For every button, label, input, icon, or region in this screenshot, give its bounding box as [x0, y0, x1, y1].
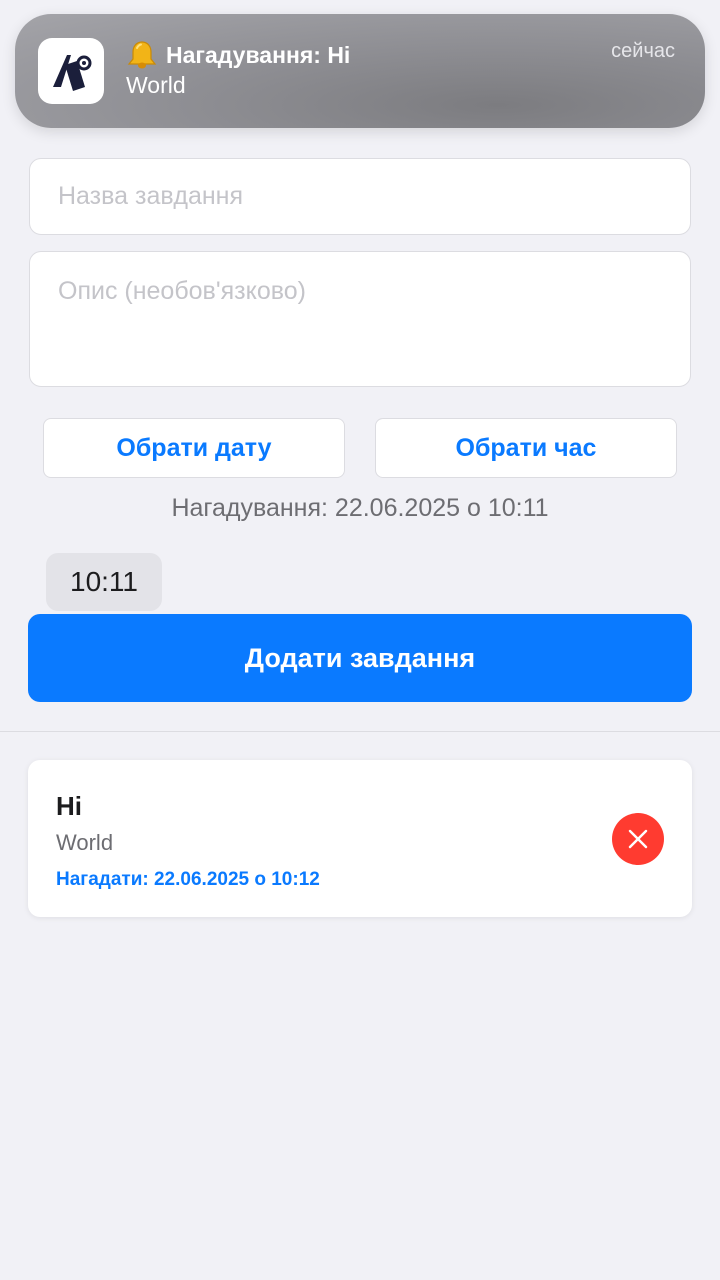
notification-time: сейчас [611, 40, 675, 62]
app-logo-icon [38, 38, 104, 104]
task-description-input[interactable] [29, 251, 691, 387]
task-title: Hi [56, 791, 82, 821]
close-icon [628, 829, 648, 849]
reminder-summary: Нагадування: 22.06.2025 о 10:11 [171, 494, 549, 522]
task-description: World [56, 830, 114, 855]
app-screen: Нагадування: Hi World сейчас Обрати дату… [0, 0, 720, 1280]
delete-task-button[interactable] [612, 813, 664, 865]
add-task-button[interactable]: Додати завдання [28, 614, 692, 702]
pick-time-button[interactable]: Обрати час [375, 418, 677, 478]
pick-date-button[interactable]: Обрати дату [43, 418, 345, 478]
notification-title: Нагадування: Hi [166, 41, 351, 68]
divider [0, 731, 720, 732]
selected-time-picker[interactable]: 10:11 [46, 553, 162, 611]
task-reminder: Нагадати: 22.06.2025 о 10:12 [56, 869, 320, 890]
notification-body: World [126, 72, 186, 98]
bell-icon [126, 40, 158, 70]
task-title-input[interactable] [29, 158, 691, 235]
task-card: Hi World Нагадати: 22.06.2025 о 10:12 [28, 760, 692, 917]
notification-title-row: Нагадування: Hi [126, 40, 350, 70]
notification-banner[interactable]: Нагадування: Hi World сейчас [15, 14, 705, 128]
